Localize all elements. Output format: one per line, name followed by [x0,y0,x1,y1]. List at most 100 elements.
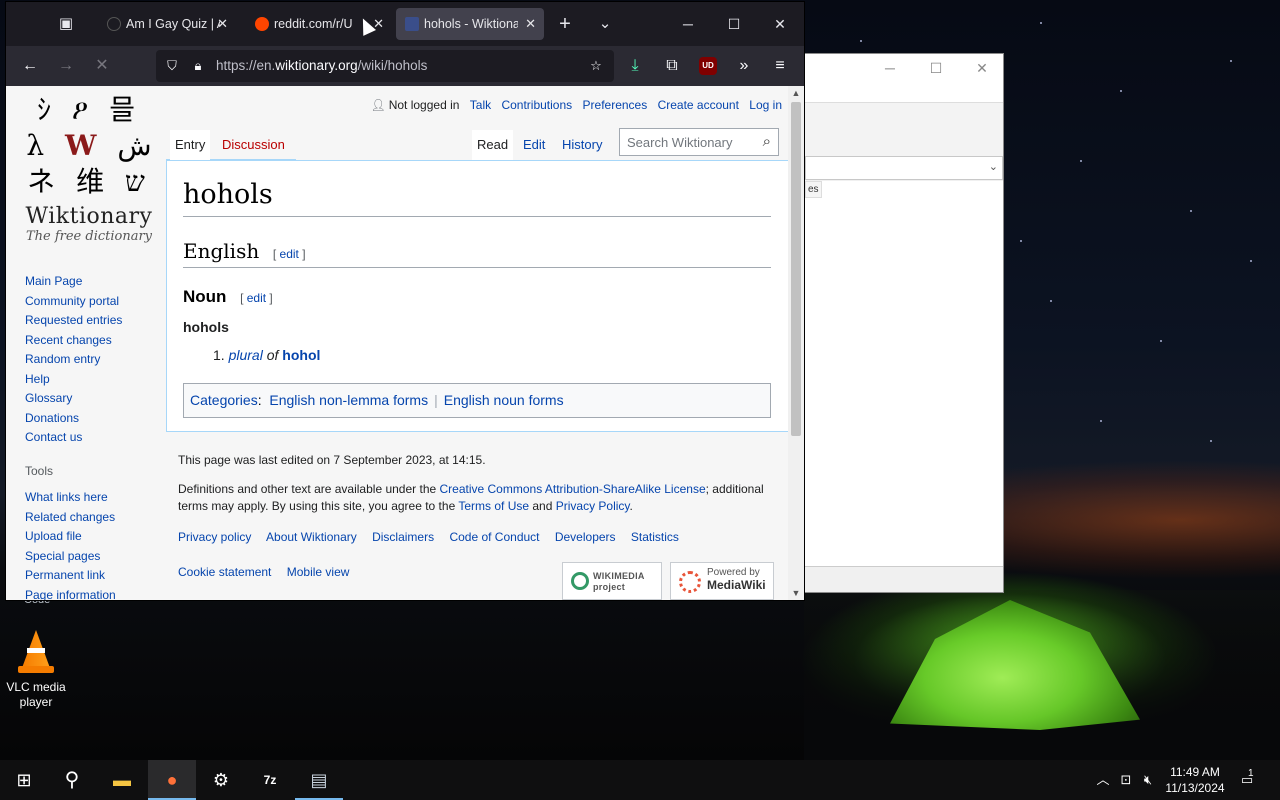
network-icon[interactable]: ⊡ [1116,760,1136,800]
license-link[interactable]: Creative Commons Attribution-ShareAlike … [440,482,706,496]
page-content[interactable]: ｼ ዖ 믈 λ W ش ネ 维 ש Wiktionary The free di… [6,86,804,600]
background-window[interactable]: ─ ☐ ✕ ⌄ es [804,53,1004,593]
minimize-button[interactable]: ─ [879,60,901,78]
footer-link-statistics[interactable]: Statistics [631,530,679,544]
url-bar[interactable]: ⛉ 🔒︎ https://en.wiktionary.org/wiki/hoho… [156,50,614,82]
close-button[interactable]: ✕ [760,12,800,36]
7zip-icon[interactable]: 7z [246,760,294,800]
talk-link[interactable]: Talk [470,98,491,112]
sidebar-item-permanent-link[interactable]: Permanent link [25,566,116,586]
sidebar-item-recent-changes[interactable]: Recent changes [25,331,122,351]
contributions-link[interactable]: Contributions [501,98,572,112]
footer-link-mobile-view[interactable]: Mobile view [287,565,350,579]
tab-history[interactable]: History [557,130,607,160]
footer-link-code-of-conduct[interactable]: Code of Conduct [449,530,539,544]
sidebar-item-special-pages[interactable]: Special pages [25,547,116,567]
maximize-button[interactable]: ☐ [925,60,947,78]
sidebar-item-requested-entries[interactable]: Requested entries [25,311,122,331]
close-tab-icon[interactable]: ✕ [373,8,384,40]
firefox-icon[interactable]: ● [148,760,196,800]
volume-muted-icon[interactable]: 🔇︎ [1138,760,1158,800]
wiktionary-logo[interactable]: ｼ ዖ 믈 λ W ش ネ 维 ש Wiktionary The free di… [24,92,154,252]
search-icon[interactable]: ⌕ [763,133,771,150]
ublock-icon[interactable]: UD [699,57,717,75]
plural-link[interactable]: plural [229,347,263,363]
close-button[interactable]: ✕ [971,60,993,78]
sidebar-item-upload-file[interactable]: Upload file [25,527,116,547]
preferences-link[interactable]: Preferences [583,98,648,112]
privacy-policy-link[interactable]: Privacy Policy [556,499,630,513]
address-combo[interactable]: ⌄ [805,156,1003,180]
sidebar-item-related-changes[interactable]: Related changes [25,508,116,528]
edit-section-link[interactable]: edit [247,291,266,305]
notification-center-icon[interactable]: ▭ 1 [1234,760,1260,800]
firefox-window[interactable]: ▣ Am I Gay Quiz | A ✕ reddit.com/r/U ✕ h… [6,2,804,600]
tab-read[interactable]: Read [472,130,514,160]
bookmark-star-icon[interactable]: ☆ [586,56,606,76]
chevron-down-icon[interactable]: ⌄ [989,160,998,173]
sidebar-item-glossary[interactable]: Glossary [25,389,122,409]
scroll-up-icon[interactable]: ▲ [788,86,804,100]
search-input[interactable]: Search Wiktionary ⌕ [619,128,779,156]
tab-wiktionary[interactable]: hohols - Wiktiona ✕ [396,8,544,40]
wikimedia-badge[interactable]: WIKIMEDIA project [562,562,662,600]
edit-section-link[interactable]: edit [280,247,299,261]
stop-loading-button[interactable]: ✕ [88,54,116,78]
start-button[interactable]: ⊞ [0,760,48,800]
scrollbar-thumb[interactable] [791,102,801,436]
hohol-link[interactable]: hohol [282,347,320,363]
footer-link-developers[interactable]: Developers [555,530,616,544]
lock-icon[interactable]: 🔒︎ [188,56,208,76]
terms-of-use-link[interactable]: Terms of Use [458,499,529,513]
sidebar-item-what-links-here[interactable]: What links here [25,488,116,508]
back-button[interactable]: ← [16,54,44,78]
firefox-view-icon[interactable]: ▣ [52,12,80,36]
maximize-button[interactable]: ☐ [714,12,754,36]
footer-link-privacy[interactable]: Privacy policy [178,530,251,544]
mediawiki-badge[interactable]: Powered by MediaWiki [670,562,774,600]
more-tools-icon[interactable]: » [730,54,758,78]
list-all-tabs-button[interactable]: ⌄ [591,12,619,36]
app-window-icon[interactable]: ▤ [295,760,343,800]
create-account-link[interactable]: Create account [658,98,739,112]
vertical-scrollbar[interactable]: ▲ ▼ [788,86,804,600]
close-tab-icon[interactable]: ✕ [525,8,536,40]
extensions-icon[interactable]: ⧉ [658,54,686,78]
log-in-link[interactable]: Log in [749,98,782,112]
url-text[interactable]: https://en.wiktionary.org/wiki/hohols [216,50,427,82]
settings-icon[interactable]: ⚙ [197,760,245,800]
clock-time: 11:49 AM [1170,765,1220,779]
categories-link[interactable]: Categories [190,392,258,408]
footer-link-disclaimers[interactable]: Disclaimers [372,530,434,544]
tab-edit[interactable]: Edit [518,130,550,160]
scroll-down-icon[interactable]: ▼ [788,586,804,600]
show-hidden-icons-icon[interactable]: ︿ [1094,760,1112,800]
tab-entry[interactable]: Entry [170,130,211,160]
shield-icon[interactable]: ⛉ [162,56,182,76]
menu-icon[interactable]: ≡ [766,54,794,78]
desktop-icon-vlc[interactable]: VLC media player [4,630,68,710]
tab-quiz[interactable]: Am I Gay Quiz | A ✕ [98,8,236,40]
footer-link-about[interactable]: About Wiktionary [266,530,357,544]
tab-discussion[interactable]: Discussion [217,130,290,160]
sidebar-item-random-entry[interactable]: Random entry [25,350,122,370]
window-titlebar[interactable]: ─ ☐ ✕ [805,54,1003,102]
pane-tab[interactable]: es [805,181,822,198]
sidebar-item-community-portal[interactable]: Community portal [25,292,122,312]
file-explorer-icon[interactable]: ▬ [98,760,146,800]
sidebar-item-donations[interactable]: Donations [25,409,122,429]
new-tab-button[interactable]: + [551,12,579,36]
sidebar-item-contact-us[interactable]: Contact us [25,428,122,448]
system-clock[interactable]: 11:49 AM 11/13/2024 [1160,764,1230,796]
minimize-button[interactable]: ─ [668,12,708,36]
search-icon[interactable]: ⚲ [48,760,96,800]
category-link[interactable]: English non-lemma forms [269,392,428,408]
downloads-icon[interactable]: ⤓ [621,54,649,78]
category-link[interactable]: English noun forms [444,392,564,408]
footer-link-cookie-statement[interactable]: Cookie statement [178,565,271,579]
sidebar-item-main-page[interactable]: Main Page [25,272,122,292]
forward-button[interactable]: → [52,54,80,78]
sidebar-item-help[interactable]: Help [25,370,122,390]
close-tab-icon[interactable]: ✕ [217,8,228,40]
sidebar-item-page-information[interactable]: Page information [25,586,116,601]
